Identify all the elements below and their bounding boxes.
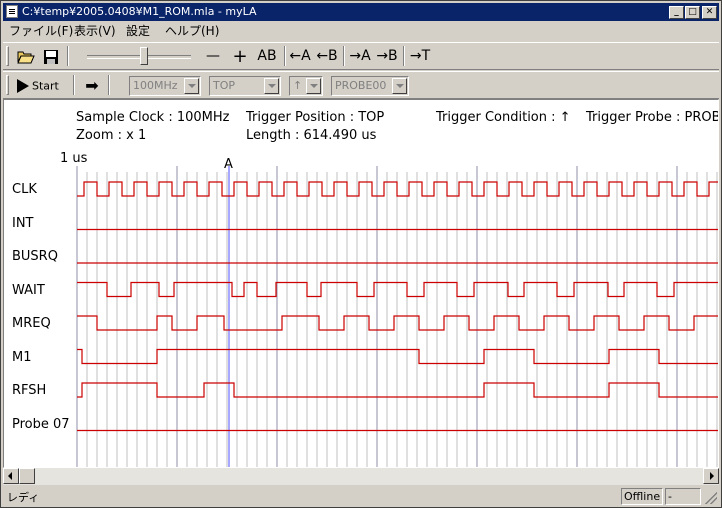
zoom-slider-thumb[interactable] xyxy=(140,47,148,65)
dropdown-arrow-icon xyxy=(306,78,321,94)
dropdown-arrow-icon xyxy=(392,78,407,94)
toolbar-separator xyxy=(67,46,69,66)
prev-b-button[interactable]: ←B xyxy=(315,46,339,67)
zoom-slider[interactable] xyxy=(85,46,195,68)
status-extra: - xyxy=(665,488,701,505)
minimize-button[interactable]: _ xyxy=(669,6,684,19)
scroll-right-button[interactable] xyxy=(703,468,719,484)
trigger-probe-value: PROBE00 xyxy=(335,79,387,92)
app-window: C:¥temp¥2005.0408¥M1_ROM.mla - myLA _ □ … xyxy=(0,0,722,508)
toolbar-grip[interactable] xyxy=(6,46,9,66)
step-button[interactable]: ➡ xyxy=(81,75,103,96)
next-a-button[interactable]: →A xyxy=(348,46,372,67)
zoom-out-button[interactable]: — xyxy=(203,46,223,67)
save-button[interactable] xyxy=(40,46,62,67)
dropdown-arrow-icon xyxy=(264,78,279,94)
clock-select-value: 100MHz xyxy=(133,79,178,92)
scroll-left-icon xyxy=(8,472,12,480)
horizontal-scrollbar[interactable] xyxy=(3,468,719,485)
start-button[interactable]: Start xyxy=(17,75,69,96)
waveform-view[interactable]: Sample Clock : 100MHz Trigger Position :… xyxy=(3,99,719,468)
zoom-slider-track xyxy=(87,55,191,59)
toolbar-separator xyxy=(403,46,405,66)
status-bar: レディ Offline - xyxy=(3,486,719,507)
next-b-button[interactable]: →B xyxy=(375,46,399,67)
minimize-icon: _ xyxy=(674,7,679,17)
zoom-in-button[interactable]: + xyxy=(230,46,250,67)
scroll-thumb[interactable] xyxy=(19,468,35,484)
toolbar-grip[interactable] xyxy=(6,75,9,95)
start-label: Start xyxy=(32,79,59,93)
play-icon xyxy=(17,79,29,93)
status-mode: Offline xyxy=(621,488,663,505)
prev-a-button[interactable]: ←A xyxy=(288,46,312,67)
scroll-left-button[interactable] xyxy=(3,468,19,484)
trigger-position-value: TOP xyxy=(213,79,236,92)
trigger-position-select[interactable]: TOP xyxy=(209,76,281,96)
toolbar-separator xyxy=(108,75,110,95)
toolbar-main: — + AB ←A ←B →A →B →T xyxy=(3,42,719,70)
menu-help[interactable]: ヘルプ(H) xyxy=(165,24,219,39)
close-button[interactable]: ✕ xyxy=(702,6,717,19)
toolbar-separator xyxy=(343,46,345,66)
trigger-probe-select[interactable]: PROBE00 xyxy=(331,76,409,96)
dropdown-arrow-icon xyxy=(184,78,199,94)
toolbar-separator xyxy=(73,75,75,95)
window-title: C:¥temp¥2005.0408¥M1_ROM.mla - myLA xyxy=(22,5,257,18)
trigger-condition-value: ↑ xyxy=(293,79,303,92)
arrow-right-icon: ➡ xyxy=(85,76,99,95)
ab-button[interactable]: AB xyxy=(255,46,279,67)
menu-settings[interactable]: 設定 xyxy=(126,24,150,39)
goto-trigger-button[interactable]: →T xyxy=(408,46,432,67)
scroll-right-icon xyxy=(710,472,714,480)
clock-select[interactable]: 100MHz xyxy=(129,76,201,96)
floppy-disk-icon xyxy=(44,50,58,64)
open-button[interactable] xyxy=(15,46,37,67)
menu-bar: ファイル(F) 表示(V) 設定 ヘルプ(H) xyxy=(3,22,719,41)
toolbar-capture: Start ➡ 100MHz TOP ↑ PROBE00 xyxy=(3,71,719,99)
title-bar: C:¥temp¥2005.0408¥M1_ROM.mla - myLA _ □ … xyxy=(3,3,719,21)
toolbar-separator xyxy=(284,46,286,66)
maximize-icon: □ xyxy=(688,7,697,17)
folder-open-icon xyxy=(17,51,35,64)
trigger-condition-select[interactable]: ↑ xyxy=(289,76,323,96)
clk-trace xyxy=(77,181,718,197)
maximize-button[interactable]: □ xyxy=(685,6,700,19)
resize-grip-icon[interactable] xyxy=(705,492,717,504)
menu-view[interactable]: 表示(V) xyxy=(74,24,116,39)
menu-file[interactable]: ファイル(F) xyxy=(9,24,73,39)
status-message: レディ xyxy=(7,491,40,504)
app-icon[interactable] xyxy=(6,5,18,18)
close-icon: ✕ xyxy=(705,7,714,17)
waveform-traces xyxy=(76,166,718,467)
